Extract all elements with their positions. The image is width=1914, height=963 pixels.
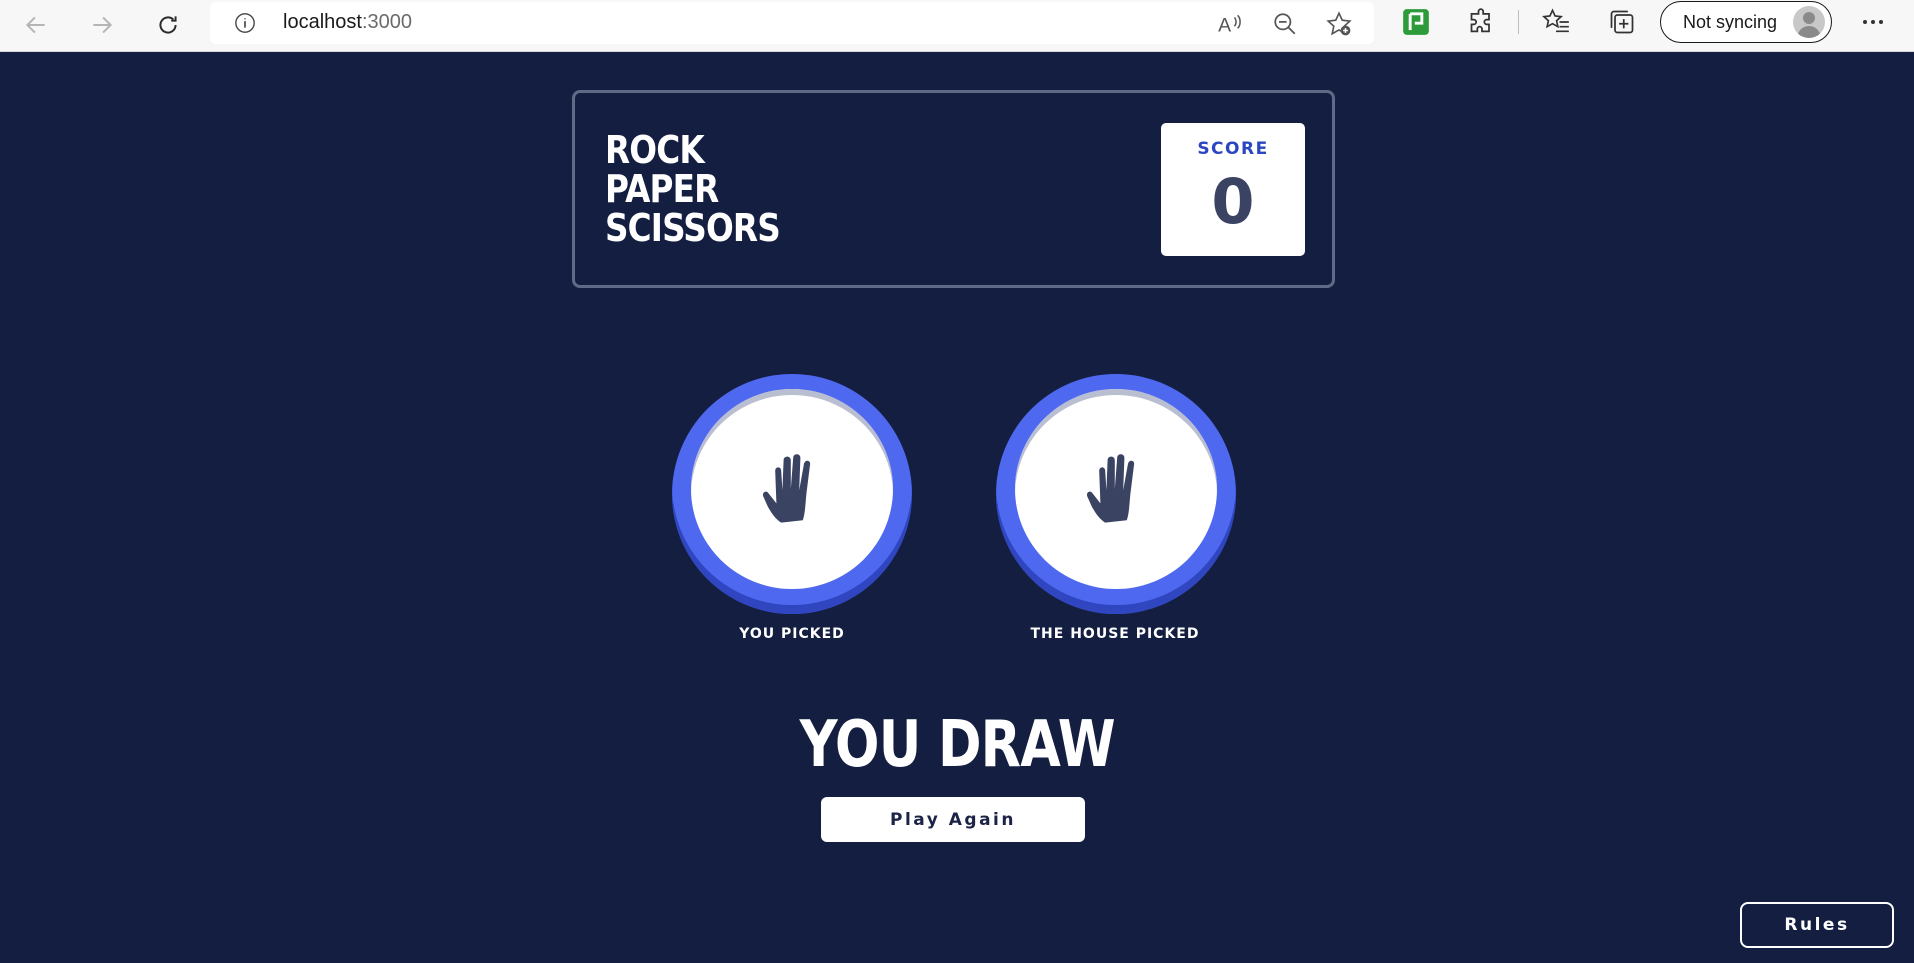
address-bar[interactable]: localhost:3000 A [210, 2, 1374, 44]
house-pick-label: THE HOUSE PICKED [1030, 626, 1200, 642]
url-port: :3000 [361, 11, 412, 33]
add-favorite-icon[interactable] [1326, 11, 1352, 37]
refresh-button[interactable] [149, 6, 187, 44]
result-text-value: YOU DRAW [799, 708, 1115, 782]
title-line-rock: ROCK [605, 128, 705, 172]
zoom-out-icon[interactable] [1272, 11, 1298, 37]
forward-arrow-icon [93, 16, 113, 34]
rules-button[interactable]: Rules [1740, 902, 1894, 948]
profile-avatar-icon [1793, 6, 1825, 38]
url-host: localhost [283, 11, 362, 33]
score-value: 0 [1211, 165, 1255, 238]
profile-button[interactable]: Not syncing [1660, 1, 1832, 43]
more-menu-icon[interactable] [1858, 8, 1888, 36]
back-arrow-icon [25, 16, 45, 34]
toolbar-separator [1518, 10, 1519, 34]
extensions-puzzle-icon[interactable] [1468, 8, 1496, 36]
browser-toolbar: localhost:3000 A Not syncing [0, 0, 1914, 52]
result-text: YOU DRAW [0, 708, 1914, 782]
player-pick-label: YOU PICKED [739, 626, 845, 642]
site-info-icon[interactable] [234, 12, 256, 34]
player-pick-paper [672, 374, 912, 614]
player-pick-face [691, 389, 893, 589]
house-pick-paper [996, 374, 1236, 614]
game-title: ROCK PAPER SCISSORS [605, 128, 781, 250]
svg-text:A: A [1218, 15, 1231, 37]
score-label: SCORE [1197, 139, 1269, 159]
title-line-paper: PAPER [605, 167, 719, 211]
extension-green-icon[interactable] [1402, 8, 1430, 36]
paper-hand-icon [1086, 454, 1135, 523]
forward-button[interactable] [83, 6, 121, 44]
refresh-icon [159, 16, 177, 34]
favorites-icon[interactable] [1542, 8, 1570, 36]
back-button[interactable] [17, 6, 55, 44]
score-header: ROCK PAPER SCISSORS SCORE 0 [572, 90, 1335, 288]
address-url: localhost:3000 [283, 11, 412, 34]
title-line-scissors: SCISSORS [605, 206, 781, 250]
paper-hand-icon [762, 454, 811, 523]
read-aloud-icon[interactable]: A [1216, 11, 1242, 37]
play-again-button[interactable]: Play Again [821, 797, 1085, 842]
collections-icon[interactable] [1608, 8, 1636, 36]
score-box: SCORE 0 [1161, 123, 1305, 256]
house-pick-face [1015, 389, 1217, 589]
profile-label: Not syncing [1683, 12, 1778, 32]
